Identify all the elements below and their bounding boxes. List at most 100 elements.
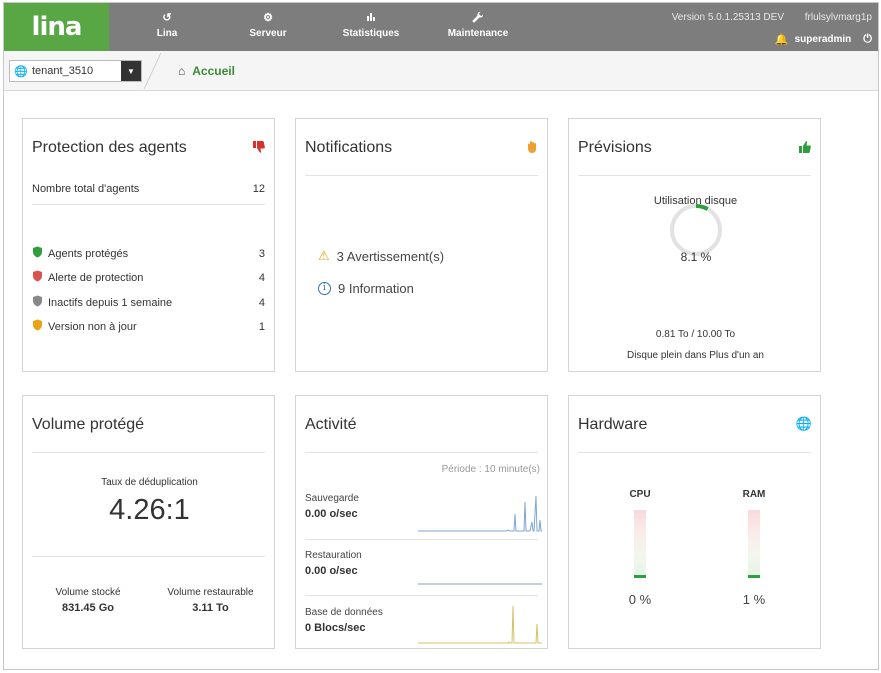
forecast-card: Prévisions Utilisation disque 8.1 % 0.81… [568,118,821,372]
breadcrumb[interactable]: ⌂ Accueil [178,64,235,78]
total-agents-value: 12 [252,183,265,195]
card-title: Protection des agents [32,139,187,156]
ram-meter-fill [748,575,760,578]
stat-value: 3 [258,247,265,260]
cpu-value: 0 % [628,592,652,607]
divider [32,556,265,557]
lina-logo[interactable]: lina [4,3,109,51]
ram-meter [748,510,760,578]
divider [32,204,265,205]
divider [305,175,538,176]
database-sparkline [418,605,542,644]
home-icon: ⌂ [178,64,186,78]
agents-inactive-row[interactable]: Inactifs depuis 1 semaine 4 [32,295,265,310]
stat-value: 1 [258,320,265,333]
stat-label: Version non à jour [48,320,137,333]
agents-outdated-row[interactable]: Version non à jour 1 [32,319,265,334]
shield-warning-icon [32,319,48,334]
nav-serveur[interactable]: ⚙ Serveur [223,11,313,39]
wrench-icon [433,11,523,25]
shield-inactive-icon [32,295,48,310]
gauge-track [670,204,722,256]
warning-icon: ⚠ [318,248,330,263]
user-id: frlulsylvmarg1p [804,12,872,23]
card-title: Volume protégé [32,416,145,433]
info-label: 9 Information [338,281,414,296]
total-agents-label: Nombre total d'agents [32,183,140,195]
cpu-meter [634,510,646,578]
card-title: Notifications [305,139,393,156]
warnings-label: 3 Avertissement(s) [336,248,445,264]
hardware-card: Hardware 🌐 CPU 0 % RAM 1 % [568,395,821,649]
stat-value: 4 [258,271,265,284]
stat-label: Alerte de protection [48,271,144,284]
notifications-card: Notifications ⚠ 3 Avertissement(s) i 9 I… [295,118,548,372]
agents-protected-row[interactable]: Agents protégés 3 [32,246,265,261]
card-title: Hardware [578,416,648,433]
chevron-down-icon[interactable]: ▼ [121,61,141,81]
cpu-label: CPU [629,489,651,500]
username: superadmin [794,34,852,45]
restore-rate: 0.00 o/sec [305,565,358,577]
database-label: Base de données [305,607,383,618]
shield-check-icon [32,246,48,261]
nav-label: Serveur [249,28,287,39]
dedup-value: 4.26:1 [109,494,190,526]
stored-label: Volume stocké [55,587,121,598]
top-navbar: lina ↺ Lina ⚙ Serveur Statistiques Maint… [4,3,878,51]
stat-label: Inactifs depuis 1 semaine [48,296,173,309]
nav-label: Statistiques [342,28,400,39]
card-title: Activité [305,416,357,433]
nav-lina[interactable]: ↺ Lina [122,11,212,39]
restore-label: Restauration [305,550,362,561]
divider [578,175,811,176]
ram-label: RAM [742,489,766,500]
restorable-value: 3.11 To [192,602,229,614]
hand-icon [525,140,539,158]
bar-chart-icon [326,11,416,25]
user-menu[interactable]: 🔔 superadmin ⏻ [775,33,872,46]
ram-meter-track [748,510,760,578]
divider [305,595,538,596]
breadcrumb-accueil[interactable]: Accueil [192,64,235,78]
version-label: Version 5.0.1.25313 DEV [671,12,784,23]
agents-alert-row[interactable]: Alerte de protection 4 [32,270,265,285]
warnings-link[interactable]: ⚠ 3 Avertissement(s) [318,248,444,264]
divider [305,539,538,540]
ram-value: 1 % [742,592,766,607]
globe-icon: 🌐 [14,65,28,78]
divider [578,452,811,453]
globe-icon[interactable]: 🌐 [796,417,812,432]
thumbs-up-icon [798,140,812,158]
disk-full-forecast: Disque plein dans Plus d'un an [626,350,764,361]
nav-label: Maintenance [447,28,509,39]
power-icon[interactable]: ⏻ [863,33,872,46]
stat-label: Agents protégés [48,247,129,260]
database-rate: 0 Blocs/sec [305,622,366,634]
app-window: lina ↺ Lina ⚙ Serveur Statistiques Maint… [3,2,879,670]
info-icon: i [318,282,331,295]
period-label: Période : 10 minute(s) [441,464,540,475]
disk-percent: 8.1 % [680,250,712,264]
total-agents-row: Nombre total d'agents 12 [32,183,265,195]
nav-statistiques[interactable]: Statistiques [326,11,416,39]
tenant-select[interactable]: 🌐 tenant_3510 ▼ [9,60,142,82]
activity-card: Activité Période : 10 minute(s) Sauvegar… [295,395,548,649]
agents-card: Protection des agents Nombre total d'age… [22,118,275,372]
bell-icon[interactable]: 🔔 [775,33,789,46]
logo-text: lina [31,12,83,42]
volume-card: Volume protégé Taux de déduplication 4.2… [22,395,275,649]
backup-label: Sauvegarde [305,493,359,504]
shield-alert-icon [32,270,48,285]
divider [305,452,538,453]
info-link[interactable]: i 9 Information [318,281,414,296]
card-title: Prévisions [578,139,652,156]
backup-rate: 0.00 o/sec [305,508,358,520]
stored-value: 831.45 Go [62,602,114,614]
nav-label: Lina [156,28,178,39]
restorable-label: Volume restaurable [167,587,254,598]
backup-sparkline [418,495,542,532]
nav-maintenance[interactable]: Maintenance [433,11,523,39]
divider [143,53,162,89]
stat-value: 4 [258,296,265,309]
